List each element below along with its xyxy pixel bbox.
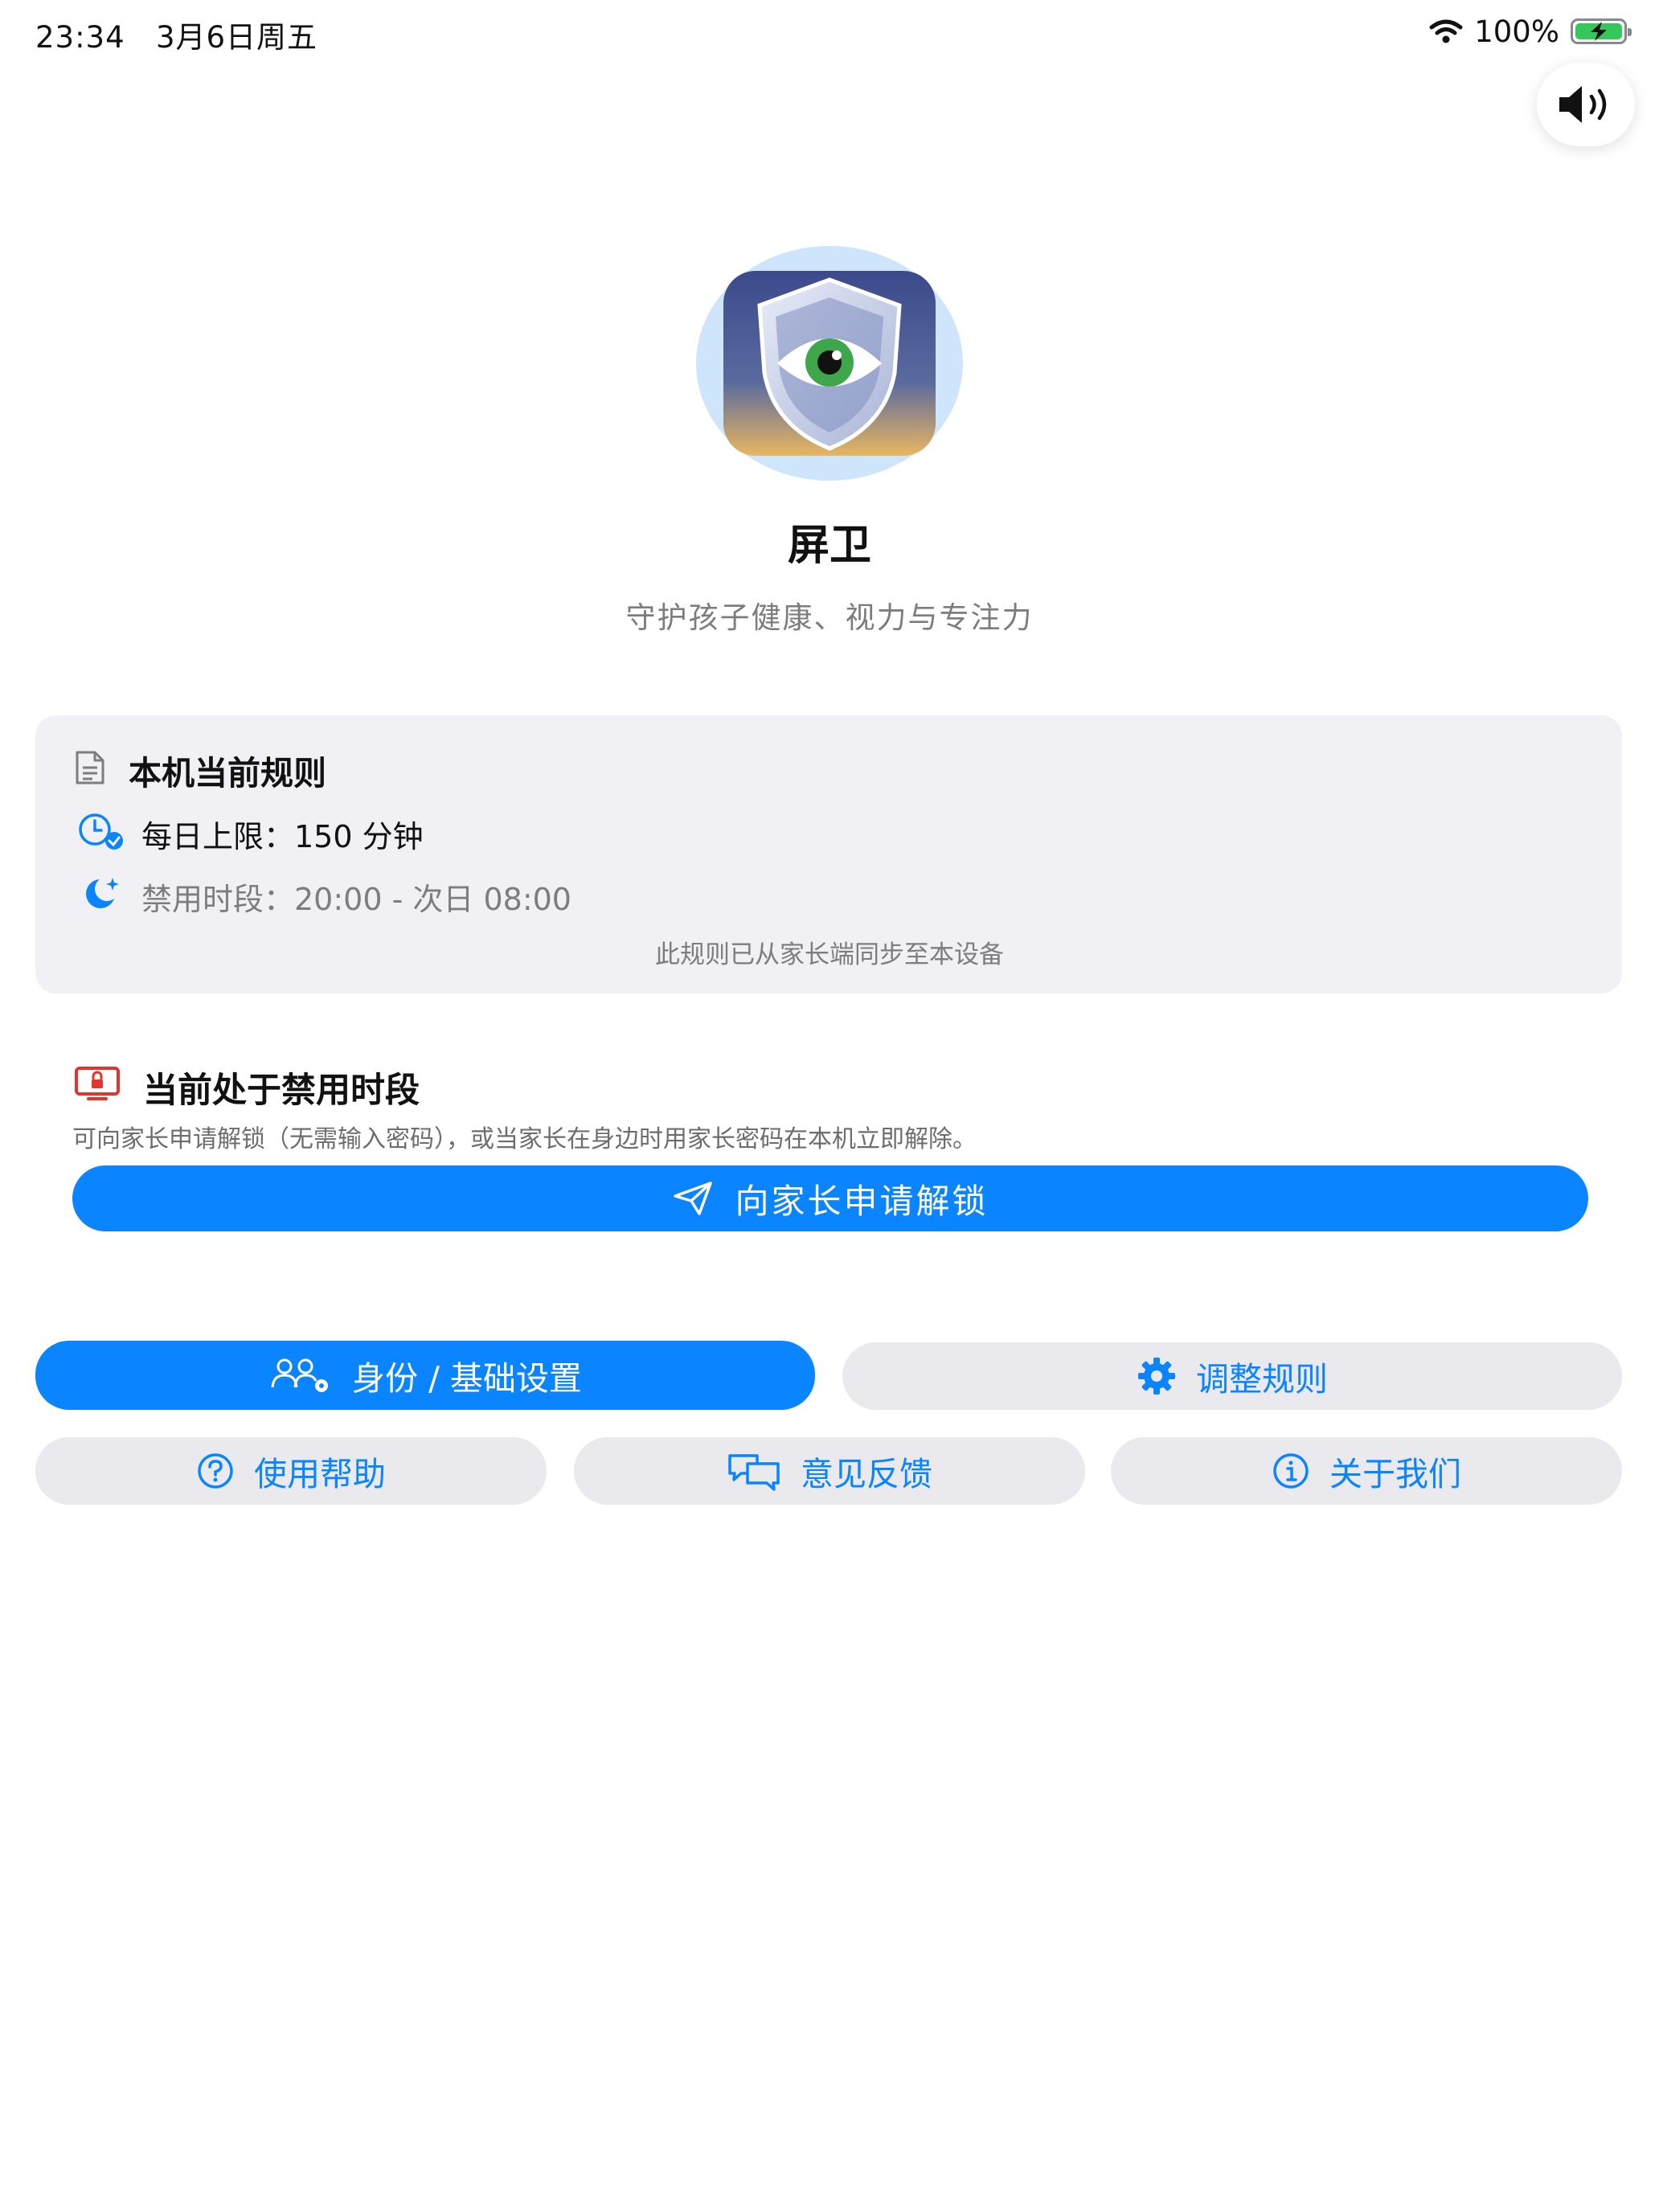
date: 3月6日周五 [155,20,318,55]
about-label: 关于我们 [1329,1455,1461,1493]
request-unlock-label: 向家长申请解锁 [735,1181,989,1221]
adjust-rules-button[interactable]: 调整规则 [842,1342,1622,1410]
sync-note: 此规则已从家长端同步至本设备 [655,940,1004,969]
document-icon [76,751,104,784]
identity-settings-label: 身份 / 基础设置 [352,1359,582,1398]
app-tagline: 守护孩子健康、视力与专注力 [625,600,1034,635]
feedback-button[interactable]: 意见反馈 [574,1437,1085,1505]
status-bar-right: 100% [1429,11,1632,51]
about-button[interactable]: 关于我们 [1111,1437,1622,1505]
users-gear-icon [271,1358,329,1392]
moon-stars-icon [86,878,119,908]
help-label: 使用帮助 [254,1455,386,1493]
app-logo [696,246,963,481]
sound-toggle-button[interactable] [1537,63,1635,146]
wifi-icon [1429,19,1463,43]
ban-status-description: 可向家长申请解锁（无需输入密码），或当家长在身边时用家长密码在本机立即解除。 [72,1125,977,1153]
shield-eye-icon [723,271,936,456]
status-bar-time: 23:34 3月6日周五 [35,13,317,56]
banned-period: 禁用时段：20:00 - 次日 08:00 [141,882,571,917]
locked-screen-icon [75,1067,120,1100]
gear-icon [1138,1358,1175,1395]
request-unlock-button[interactable]: 向家长申请解锁 [72,1165,1588,1231]
app-name: 屏卫 [787,522,871,570]
send-icon [674,1182,713,1215]
clock-check-icon [79,813,123,850]
info-circle-icon [1273,1453,1309,1489]
chat-bubbles-icon [728,1454,780,1491]
rules-title: 本机当前规则 [129,754,326,793]
identity-settings-button[interactable]: 身份 / 基础设置 [35,1341,815,1410]
battery-percentage: 100% [1474,14,1559,49]
time: 23:34 [35,20,125,55]
ban-status-title: 当前处于禁用时段 [143,1071,420,1111]
daily-limit: 每日上限：150 分钟 [141,819,424,854]
battery-charging-icon [1571,18,1632,44]
question-circle-icon [198,1453,233,1489]
help-button[interactable]: 使用帮助 [35,1437,547,1505]
feedback-label: 意见反馈 [801,1455,932,1493]
adjust-rules-label: 调整规则 [1196,1360,1328,1399]
speaker-icon [1559,86,1607,123]
